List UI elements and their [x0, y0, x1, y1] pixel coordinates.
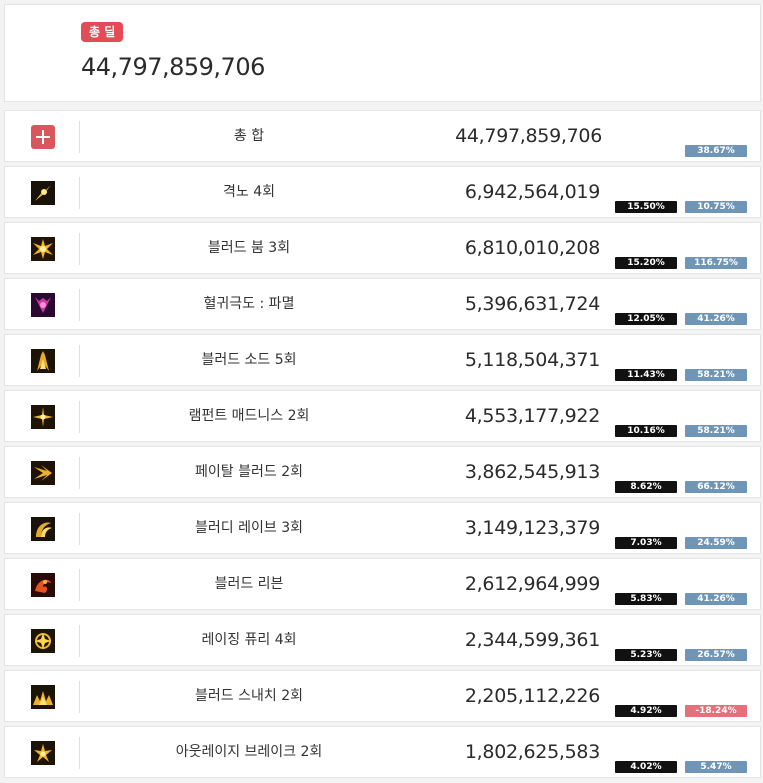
skill-damage: 5,118,504,371: [464, 349, 600, 371]
damage-ratio-pill: 116.75%: [685, 257, 747, 269]
total-damage-value: 44,797,859,706: [81, 53, 265, 81]
damage-ratio-pill: 26.57%: [685, 649, 747, 661]
damage-ratio-pill: 58.21%: [685, 369, 747, 381]
skill-name: 블러드 붐 3회: [207, 240, 291, 256]
skill-row: 블러디 레이브 3회 3,149,123,379 7.03% 24.59%: [4, 502, 761, 554]
skill-row: 아웃레이지 브레이크 2회 1,802,625,583 4.02% 5.47%: [4, 726, 761, 778]
row-divider: [79, 569, 80, 601]
skill-damage: 3,149,123,379: [464, 517, 600, 539]
row-divider: [79, 681, 80, 713]
skill-damage: 6,810,010,208: [464, 237, 600, 259]
skill-blood-sword-icon: [31, 349, 55, 373]
damage-share-pill: 5.23%: [615, 649, 677, 661]
damage-ratio-pill: 58.21%: [685, 425, 747, 437]
damage-ratio-pill: 10.75%: [685, 201, 747, 213]
row-divider: [79, 513, 80, 545]
row-divider: [79, 345, 80, 377]
skill-row: 혈귀극도 : 파멸 5,396,631,724 12.05% 41.26%: [4, 278, 761, 330]
skill-name: 격노 4회: [223, 184, 275, 200]
skill-name: 블러드 스내치 2회: [195, 688, 303, 704]
skill-row: 블러드 스내치 2회 2,205,112,226 4.92% -18.24%: [4, 670, 761, 722]
skill-hyeolgwi-icon: [31, 293, 55, 317]
skill-name: 혈귀극도 : 파멸: [203, 296, 295, 312]
skill-damage: 2,344,599,361: [464, 629, 600, 651]
skill-name: 블러드 소드 5회: [201, 352, 297, 368]
skill-row: 격노 4회 6,942,564,019 15.50% 10.75%: [4, 166, 761, 218]
damage-share-pill: 5.83%: [615, 593, 677, 605]
damage-share-pill: 4.92%: [615, 705, 677, 717]
total-damage-card: 총 딜 44,797,859,706: [4, 4, 761, 102]
total-row: 총 합 44,797,859,706 38.67%: [4, 110, 761, 162]
skill-row: 레이징 퓨리 4회 2,344,599,361 5.23% 26.57%: [4, 614, 761, 666]
damage-share-pill: 7.03%: [615, 537, 677, 549]
damage-ratio-pill: 24.59%: [685, 537, 747, 549]
damage-ratio-pill: 38.67%: [685, 145, 747, 157]
damage-share-pill: 8.62%: [615, 481, 677, 493]
damage-share-pill: 12.05%: [615, 313, 677, 325]
row-divider: [79, 737, 80, 769]
row-divider: [79, 233, 80, 265]
skill-raging-fury-icon: [31, 629, 55, 653]
total-damage-badge: 총 딜: [81, 22, 124, 42]
damage-report: 총 딜 44,797,859,706 총 합 44,797,859,706 38.6…: [0, 0, 763, 783]
skill-blood-reborn-icon: [31, 573, 55, 597]
damage-share-pill: 15.20%: [615, 257, 677, 269]
row-divider: [79, 625, 80, 657]
skill-name: 레이징 퓨리 4회: [201, 632, 297, 648]
damage-ratio-pill: 41.26%: [685, 313, 747, 325]
skill-damage: 3,862,545,913: [464, 461, 600, 483]
damage-ratio-pill: 5.47%: [685, 761, 747, 773]
skill-name: 페이탈 블러드 2회: [195, 464, 303, 480]
damage-share-pill: 15.50%: [615, 201, 677, 213]
skill-outrage-break-icon: [31, 741, 55, 765]
skill-row: 페이탈 블러드 2회 3,862,545,913 8.62% 66.12%: [4, 446, 761, 498]
skill-name: 블러디 레이브 3회: [195, 520, 303, 536]
skill-damage: 5,396,631,724: [464, 293, 600, 315]
row-divider: [79, 457, 80, 489]
row-divider: [79, 121, 80, 153]
plus-icon: [31, 125, 55, 149]
skill-damage: 1,802,625,583: [464, 741, 600, 763]
skill-damage: 2,612,964,999: [464, 573, 600, 595]
row-divider: [79, 401, 80, 433]
skill-damage: 4,553,177,922: [464, 405, 600, 427]
skill-name: 아웃레이지 브레이크 2회: [175, 744, 323, 760]
skill-row: 블러드 소드 5회 5,118,504,371 11.43% 58.21%: [4, 334, 761, 386]
skill-bloody-rave-icon: [31, 517, 55, 541]
damage-ratio-pill: 66.12%: [685, 481, 747, 493]
skill-fatal-blood-icon: [31, 461, 55, 485]
skill-gyeokno-icon: [31, 181, 55, 205]
skill-row: 램펀트 매드니스 2회 4,553,177,922 10.16% 58.21%: [4, 390, 761, 442]
skill-blood-boom-icon: [31, 237, 55, 261]
damage-ratio-pill: 41.26%: [685, 593, 747, 605]
damage-ratio-pill: -18.24%: [685, 705, 747, 717]
damage-share-pill: 11.43%: [615, 369, 677, 381]
row-divider: [79, 177, 80, 209]
skill-damage: 6,942,564,019: [464, 181, 600, 203]
skill-name: 블러드 리븐: [214, 576, 284, 592]
skill-damage: 2,205,112,226: [464, 685, 600, 707]
damage-share-pill: 4.02%: [615, 761, 677, 773]
damage-share-pill: 10.16%: [615, 425, 677, 437]
skill-row: 블러드 붐 3회 6,810,010,208 15.20% 116.75%: [4, 222, 761, 274]
skill-damage: 44,797,859,706: [455, 125, 602, 147]
row-divider: [79, 289, 80, 321]
skill-blood-snatch-icon: [31, 685, 55, 709]
skill-name: 램펀트 매드니스 2회: [188, 408, 310, 424]
skill-rampant-icon: [31, 405, 55, 429]
skill-name: 총 합: [233, 128, 265, 144]
skill-row: 블러드 리븐 2,612,964,999 5.83% 41.26%: [4, 558, 761, 610]
